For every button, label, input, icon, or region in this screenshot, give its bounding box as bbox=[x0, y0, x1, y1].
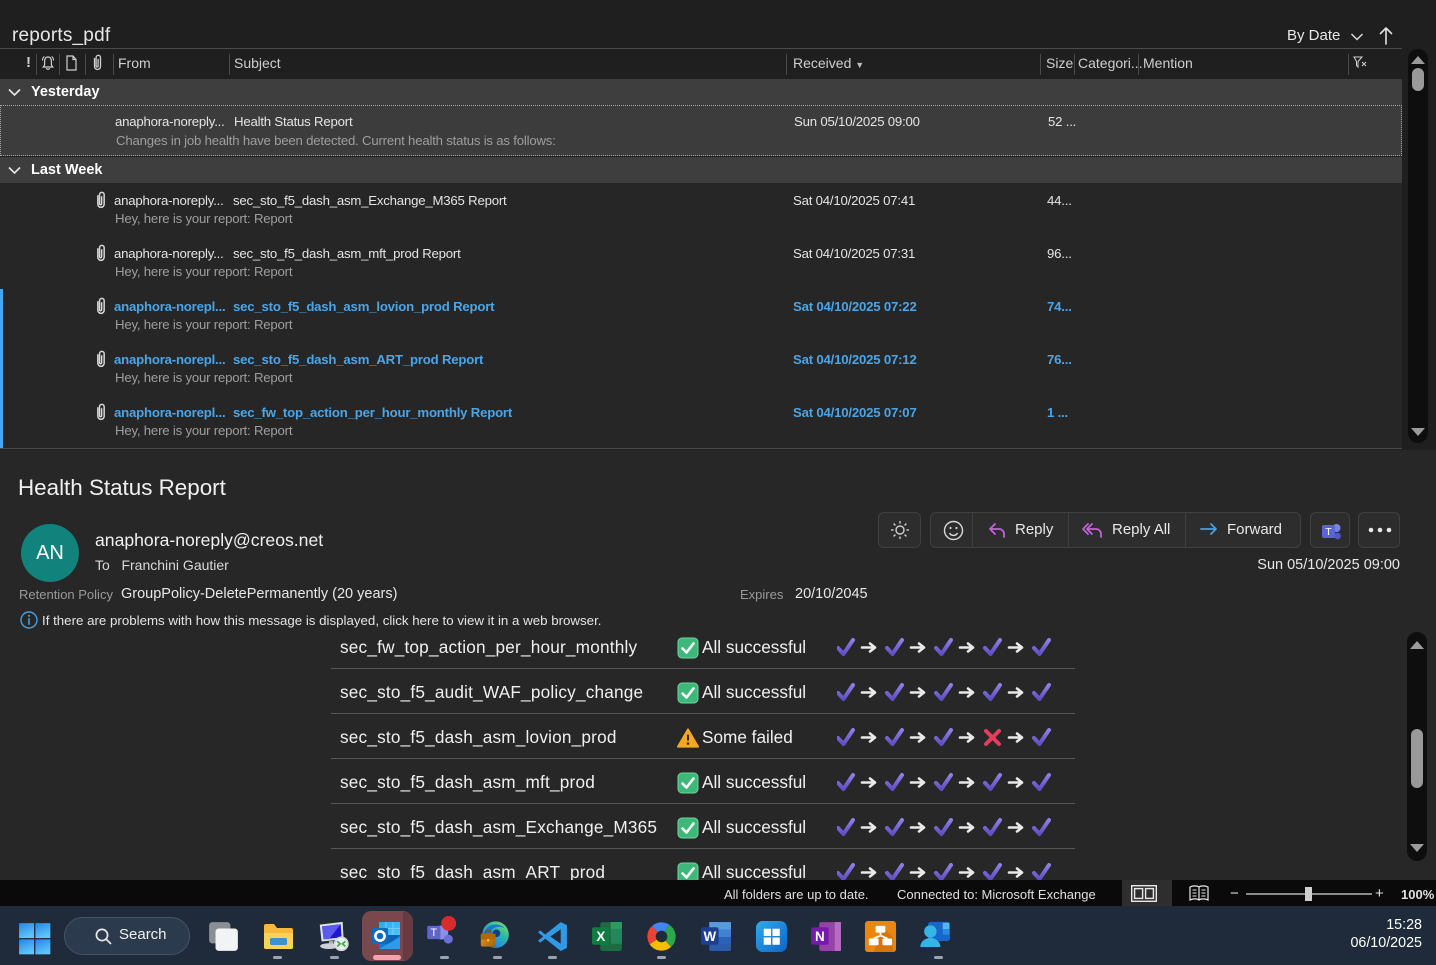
svg-text:W: W bbox=[703, 929, 716, 944]
svg-text:T: T bbox=[431, 927, 438, 939]
svg-text:N: N bbox=[815, 929, 825, 944]
svg-text:T: T bbox=[1325, 526, 1332, 538]
svg-text:X: X bbox=[596, 929, 605, 944]
